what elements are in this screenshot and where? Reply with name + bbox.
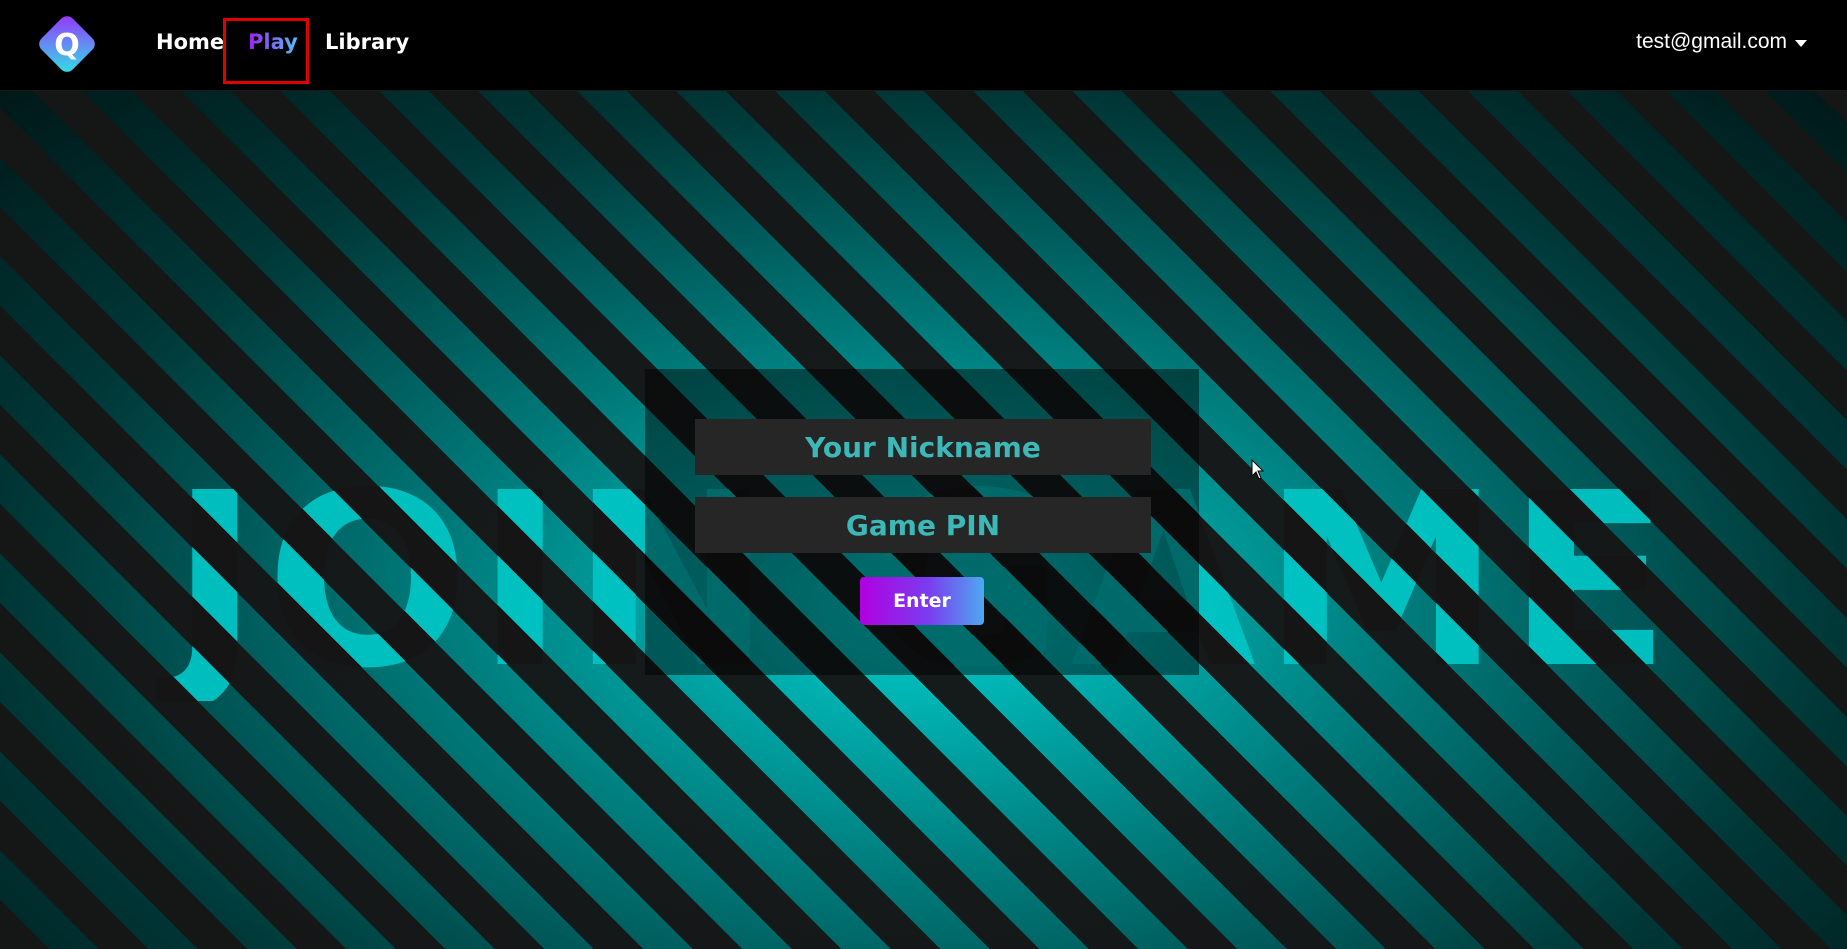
chevron-down-icon	[1795, 39, 1807, 47]
mouse-cursor-icon	[1251, 459, 1265, 480]
join-game-card: Enter	[645, 369, 1199, 675]
enter-button[interactable]: Enter	[860, 577, 984, 625]
nickname-input[interactable]	[695, 419, 1151, 475]
nav-link-library[interactable]: Library	[325, 30, 409, 54]
top-navbar: Q Home Play Library test@gmail.com	[0, 0, 1847, 91]
game-pin-input[interactable]	[695, 497, 1151, 553]
q-logo-icon[interactable]: Q	[36, 13, 98, 75]
svg-text:Q: Q	[54, 28, 80, 63]
play-highlight-box	[223, 18, 309, 84]
nav-link-home[interactable]: Home	[156, 30, 224, 54]
user-email: test@gmail.com	[1636, 30, 1787, 53]
user-menu-dropdown[interactable]: test@gmail.com	[1636, 30, 1807, 54]
